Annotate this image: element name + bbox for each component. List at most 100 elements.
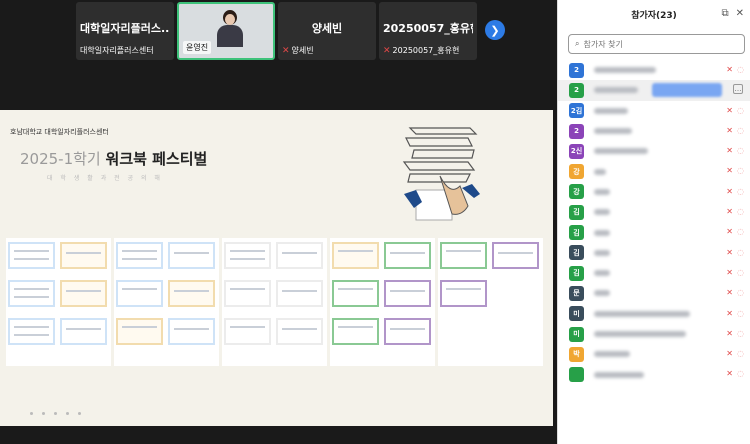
slide-dots <box>30 412 81 415</box>
mic-muted-icon: ✕ <box>726 247 733 257</box>
avatar: 김 <box>569 204 584 220</box>
participant-row[interactable]: 미 ✕ ◌ <box>558 324 750 344</box>
participant-row[interactable]: 2김 ✕ ◌ <box>558 101 750 121</box>
mic-muted-icon: ✕ <box>726 65 733 74</box>
participant-row[interactable]: 미 ✕ ◌ <box>558 304 750 324</box>
avatar: 김 <box>569 245 584 261</box>
video-off-icon: ◌ <box>737 207 744 217</box>
avatar: 박 <box>569 346 584 362</box>
video-off-icon: ◌ <box>737 125 744 135</box>
video-off-icon: ◌ <box>737 65 744 74</box>
search-input[interactable] <box>583 39 724 49</box>
participant-name-redacted <box>594 290 610 297</box>
workbook-thumbnail <box>276 318 323 345</box>
video-name: 대학일자리플러스... <box>80 22 170 35</box>
video-tile-active-speaker[interactable]: 윤영진 <box>177 2 275 60</box>
mic-muted-icon: ✕ <box>726 207 733 217</box>
participant-action-chip[interactable] <box>652 83 722 98</box>
participant-name-redacted <box>594 351 630 358</box>
mic-muted-icon: ✕ <box>282 45 290 56</box>
mic-muted-icon: ✕ <box>726 308 733 318</box>
participant-name-redacted <box>594 331 686 337</box>
workbook-thumbnail <box>168 318 215 345</box>
workbook-thumbnail <box>116 318 163 345</box>
mic-muted-icon: ✕ <box>726 125 733 135</box>
workbook-thumbnail <box>116 280 163 307</box>
avatar: 강 <box>569 184 584 200</box>
close-icon[interactable]: ✕ <box>736 8 744 19</box>
more-options-icon[interactable]: … <box>733 84 743 95</box>
participant-name-redacted <box>594 107 628 114</box>
video-caption: ✕ 양세빈 <box>282 45 314 56</box>
video-off-icon: ◌ <box>737 186 744 196</box>
search-icon: ⌕ <box>575 39 580 48</box>
video-tile[interactable]: 대학일자리플러스... 대학일자리플러스센터 <box>76 2 174 60</box>
participant-row[interactable]: 김 ✕ ◌ <box>558 263 750 283</box>
workbook-thumbnail <box>384 318 431 345</box>
workbook-thumbnail <box>60 280 107 307</box>
mic-muted-icon: ✕ <box>726 349 733 359</box>
mic-muted-icon: ✕ <box>726 328 733 338</box>
participant-name-redacted <box>594 87 638 94</box>
workbook-thumbnail <box>60 318 107 345</box>
participant-name-redacted <box>594 148 648 155</box>
workbook-thumbnail <box>384 242 431 269</box>
participant-row[interactable]: 김 ✕ ◌ <box>558 222 750 242</box>
chevron-right-icon: ❯ <box>490 24 500 37</box>
participant-search[interactable]: ⌕ <box>568 34 745 54</box>
participant-name-redacted <box>594 310 690 317</box>
workbook-thumbnail <box>224 318 271 345</box>
video-off-icon: ◌ <box>737 146 744 156</box>
workbook-thumbnail <box>168 242 215 269</box>
workbook-thumbnail <box>492 242 539 269</box>
avatar: 2 <box>569 62 584 78</box>
video-caption: 대학일자리플러스센터 <box>80 46 154 55</box>
participant-row[interactable]: 강 ✕ ◌ <box>558 182 750 202</box>
video-off-icon: ◌ <box>737 267 744 277</box>
participant-row[interactable]: 김 ✕ ◌ <box>558 243 750 263</box>
mic-muted-icon: ✕ <box>726 146 733 156</box>
workbook-thumbnail <box>332 242 379 269</box>
slide-subtitle: 대 학 생 활 과 전 공 의 해 <box>47 175 163 182</box>
workbook-thumbnail <box>440 242 487 269</box>
video-off-icon: ◌ <box>737 105 744 115</box>
participant-row[interactable]: 2신 ✕ ◌ <box>558 141 750 161</box>
participant-name-redacted <box>594 249 610 256</box>
workbook-thumbnail <box>8 318 55 345</box>
participant-row[interactable]: 박 ✕ ◌ <box>558 344 750 364</box>
participant-row[interactable]: 강 ✕ ◌ <box>558 161 750 181</box>
participant-name-redacted <box>594 188 610 195</box>
avatar: 2 <box>569 82 584 98</box>
participant-row[interactable]: 김 ✕ ◌ <box>558 202 750 222</box>
workbook-thumbnail <box>332 318 379 345</box>
shared-slide: 호남대학교 대학일자리플러스센터 2025-1학기 워크북 페스티벌 대 학 생… <box>0 110 553 426</box>
mic-muted-icon: ✕ <box>726 166 733 176</box>
avatar: 2김 <box>569 103 584 119</box>
participants-panel: 참가자(23) ⧉ ✕ ⌕ 2✕◌2…2김✕◌2✕◌2신✕◌강✕◌강✕◌김✕◌김… <box>557 0 750 444</box>
participant-name-redacted <box>594 67 656 74</box>
participant-name-redacted <box>594 168 606 175</box>
next-page-button[interactable]: ❯ <box>485 20 505 40</box>
participant-row[interactable]: ✕ ◌ <box>558 364 750 384</box>
participant-row[interactable]: 2 ✕ ◌ <box>558 121 750 141</box>
video-strip: 대학일자리플러스... 대학일자리플러스센터 윤영진 양세빈 ✕ 양세빈 2025… <box>76 2 506 60</box>
participant-name-redacted <box>594 270 610 277</box>
avatar: 미 <box>569 326 584 342</box>
workbook-thumbnail <box>276 280 323 307</box>
participant-row[interactable]: 문 ✕ ◌ <box>558 283 750 303</box>
slide-org: 호남대학교 대학일자리플러스센터 <box>10 128 109 136</box>
video-off-icon: ◌ <box>737 369 744 379</box>
popout-icon[interactable]: ⧉ <box>721 8 728 19</box>
video-caption: ✕ 20250057_홍유현 <box>383 45 460 56</box>
mic-muted-icon: ✕ <box>726 227 733 237</box>
workbook-thumbnail <box>384 280 431 307</box>
video-off-icon: ◌ <box>737 166 744 176</box>
panel-controls: ⧉ ✕ <box>721 8 744 19</box>
workbook-thumbnail <box>224 242 271 269</box>
participant-row[interactable]: 2 ✕ ◌ <box>558 60 750 80</box>
video-tile[interactable]: 20250057_홍유현 ✕ 20250057_홍유현 <box>379 2 477 60</box>
participant-row[interactable]: 2… <box>558 80 750 101</box>
video-tile[interactable]: 양세빈 ✕ 양세빈 <box>278 2 376 60</box>
workbook-thumbnail <box>8 280 55 307</box>
books-illustration <box>402 127 480 221</box>
